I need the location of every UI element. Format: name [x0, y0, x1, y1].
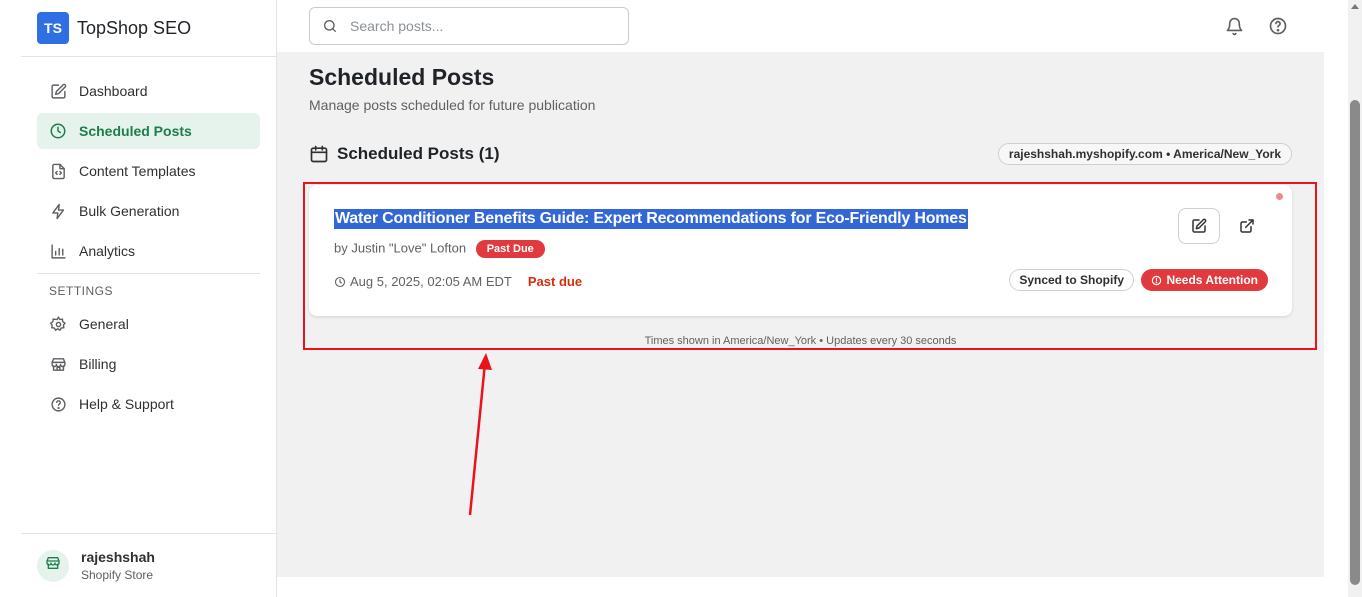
post-datetime: Aug 5, 2025, 02:05 AM EDT: [350, 274, 512, 289]
search-input[interactable]: [350, 18, 610, 34]
avatar: [37, 549, 69, 582]
edit-square-icon: [1191, 218, 1207, 234]
nav-divider: [37, 273, 260, 274]
sidebar-item-scheduled-posts[interactable]: Scheduled Posts: [37, 113, 260, 149]
sidebar-item-help-support[interactable]: Help & Support: [37, 386, 260, 422]
clock-icon: [334, 276, 346, 288]
status-dot: [1276, 193, 1283, 200]
post-title[interactable]: Water Conditioner Benefits Guide: Expert…: [334, 209, 968, 229]
search-box[interactable]: [309, 7, 629, 45]
section-header: Scheduled Posts (1): [309, 144, 499, 164]
user-name: rajeshshah: [81, 549, 155, 565]
scheduled-post-card: Water Conditioner Benefits Guide: Expert…: [309, 185, 1292, 316]
scrollbar-thumb[interactable]: [1350, 100, 1360, 585]
page-scrollbar[interactable]: [1348, 0, 1362, 597]
gear-icon: [49, 315, 67, 333]
sidebar: TS TopShop SEO Dashboard Scheduled Posts…: [21, 0, 277, 597]
footer-note: Times shown in America/New_York • Update…: [644, 335, 957, 347]
sidebar-item-analytics[interactable]: Analytics: [37, 233, 260, 269]
store-icon: [45, 555, 61, 576]
topbar: [277, 0, 1324, 52]
scroll-up-arrow[interactable]: [1351, 4, 1359, 9]
sidebar-item-label: Help & Support: [79, 396, 174, 412]
sidebar-item-label: Bulk Generation: [79, 203, 180, 219]
sidebar-item-billing[interactable]: Billing: [37, 346, 260, 382]
section-title: Scheduled Posts (1): [337, 144, 500, 163]
sidebar-item-label: Content Templates: [79, 163, 196, 179]
main-nav: Dashboard Scheduled Posts Content Templa…: [21, 57, 276, 422]
needs-attention-badge: Needs Attention: [1141, 269, 1268, 291]
calendar-icon: [309, 144, 329, 164]
status-badge: Past Due: [475, 240, 545, 258]
brand[interactable]: TS TopShop SEO: [21, 0, 276, 57]
main-content: Scheduled Posts Manage posts scheduled f…: [277, 52, 1324, 577]
help-circle-icon[interactable]: [1267, 15, 1289, 37]
bar-chart-icon: [49, 242, 67, 260]
post-schedule: Aug 5, 2025, 02:05 AM EDT Past due: [334, 274, 582, 289]
sidebar-item-bulk-generation[interactable]: Bulk Generation: [37, 193, 260, 229]
sidebar-item-label: Scheduled Posts: [79, 123, 192, 139]
edit-square-icon: [49, 82, 67, 100]
post-author-line: by Justin "Love" Lofton Past Due: [334, 240, 545, 258]
lightning-icon: [49, 202, 67, 220]
brand-name: TopShop SEO: [77, 17, 192, 38]
help-circle-icon: [49, 395, 67, 413]
bell-icon[interactable]: [1223, 15, 1245, 37]
page-title: Scheduled Posts: [309, 64, 495, 90]
sidebar-item-general[interactable]: General: [37, 306, 260, 342]
synced-badge: Synced to Shopify: [1009, 269, 1134, 291]
clock-icon: [49, 122, 67, 140]
settings-heading: SETTINGS: [49, 284, 114, 298]
search-icon: [322, 18, 338, 34]
user-subtitle: Shopify Store: [81, 568, 154, 582]
needs-attention-label: Needs Attention: [1166, 273, 1258, 287]
sidebar-item-dashboard[interactable]: Dashboard: [37, 73, 260, 109]
edit-post-button[interactable]: [1178, 208, 1220, 244]
sidebar-item-label: Dashboard: [79, 83, 148, 99]
post-author: by Justin "Love" Lofton: [334, 240, 467, 256]
external-link-icon: [1239, 218, 1255, 234]
store-info-badge: rajeshshah.myshopify.com • America/New_Y…: [997, 143, 1292, 165]
sidebar-item-content-templates[interactable]: Content Templates: [37, 153, 260, 189]
open-external-button[interactable]: [1226, 208, 1268, 244]
sidebar-item-label: Analytics: [79, 243, 136, 259]
past-due-text: Past due: [527, 274, 583, 289]
sidebar-item-label: General: [79, 316, 129, 332]
sidebar-item-label: Billing: [79, 356, 117, 372]
user-profile[interactable]: rajeshshah Shopify Store: [21, 533, 277, 597]
file-code-icon: [49, 162, 67, 180]
brand-logo: TS: [37, 12, 69, 44]
store-icon: [49, 355, 67, 373]
page-subtitle: Manage posts scheduled for future public…: [309, 97, 596, 113]
alert-circle-icon: [1151, 275, 1162, 286]
